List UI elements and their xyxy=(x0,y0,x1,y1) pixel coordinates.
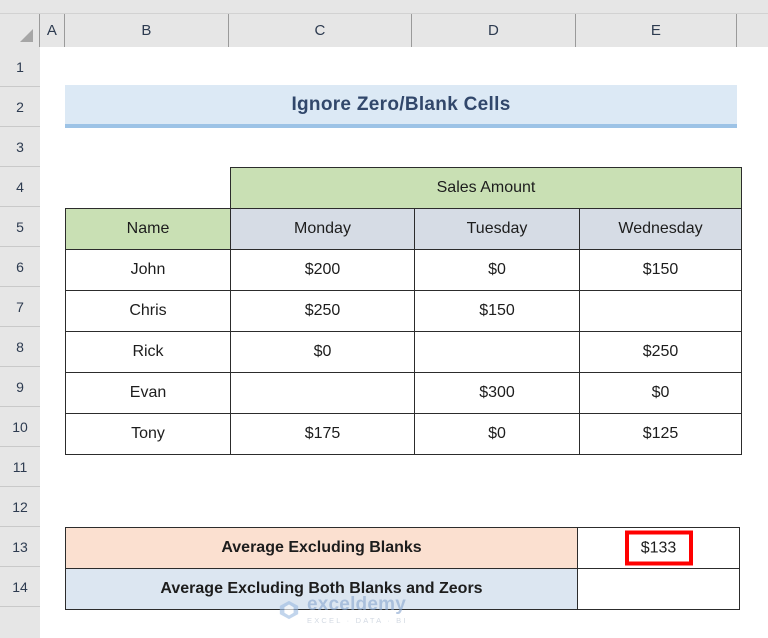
watermark-tagline: EXCEL · DATA · BI xyxy=(307,616,408,625)
row-header-11-label: 11 xyxy=(12,458,28,475)
column-header-a[interactable]: A xyxy=(40,14,65,47)
column-header-f[interactable] xyxy=(737,14,768,47)
row-header-4-label: 4 xyxy=(16,178,24,195)
cell-tuesday[interactable]: $0 xyxy=(414,249,580,291)
row-header-11[interactable]: 11 xyxy=(0,447,40,487)
cell-name[interactable]: Evan xyxy=(65,372,231,414)
column-header-tuesday-label: Tuesday xyxy=(466,220,528,237)
cell-name[interactable]: Chris xyxy=(65,290,231,332)
row-header-1-label: 1 xyxy=(16,58,24,75)
row-header-2[interactable]: 2 xyxy=(0,87,40,127)
table-row: Evan $300 $0 xyxy=(65,372,742,414)
table-row: Chris $250 $150 xyxy=(65,290,742,332)
result-wrapper: $133 xyxy=(578,528,739,568)
column-header-monday: Monday xyxy=(230,208,415,250)
cell-wednesday[interactable] xyxy=(579,290,742,332)
column-header-wednesday-label: Wednesday xyxy=(618,220,703,237)
group-header-sales-amount: Sales Amount xyxy=(230,167,742,209)
summary-row-excluding-blanks-and-zeros: Average Excluding Both Blanks and Zeors xyxy=(65,568,740,610)
row-header-3[interactable]: 3 xyxy=(0,127,40,167)
column-header-monday-label: Monday xyxy=(294,220,351,237)
cell-name[interactable]: Rick xyxy=(65,331,231,373)
column-header-a-label: A xyxy=(46,22,58,39)
column-header-name-label: Name xyxy=(126,220,170,237)
row-header-6-label: 6 xyxy=(16,258,24,275)
cell-wednesday[interactable]: $150 xyxy=(579,249,742,291)
page-title-banner: Ignore Zero/Blank Cells xyxy=(65,85,737,128)
cell-monday[interactable]: $200 xyxy=(230,249,415,291)
row-header-1[interactable]: 1 xyxy=(0,47,40,87)
row-header-13[interactable]: 13 xyxy=(0,527,40,567)
column-header-tuesday: Tuesday xyxy=(414,208,580,250)
row-header-12-label: 12 xyxy=(12,498,28,515)
highlight-box: $133 xyxy=(624,530,693,566)
group-header-spacer xyxy=(66,168,231,209)
column-header-name: Name xyxy=(65,208,231,250)
summary-row-excluding-blanks: Average Excluding Blanks $133 xyxy=(65,527,740,569)
table-row: John $200 $0 $150 xyxy=(65,249,742,291)
cell-name[interactable]: John xyxy=(65,249,231,291)
cell-tuesday[interactable]: $150 xyxy=(414,290,580,332)
row-header-10-label: 10 xyxy=(12,418,28,435)
page-title: Ignore Zero/Blank Cells xyxy=(291,93,511,115)
column-header-c[interactable]: C xyxy=(229,14,412,47)
cell-monday[interactable]: $0 xyxy=(230,331,415,373)
column-header-e-label: E xyxy=(650,22,662,39)
select-all-corner[interactable] xyxy=(0,14,40,47)
row-header-4[interactable]: 4 xyxy=(0,167,40,207)
row-header-14[interactable]: 14 xyxy=(0,567,40,607)
row-header-15[interactable] xyxy=(0,607,40,638)
row-header-8[interactable]: 8 xyxy=(0,327,40,367)
table-row: Tony $175 $0 $125 xyxy=(65,413,742,455)
row-header-12[interactable]: 12 xyxy=(0,487,40,527)
row-header-6[interactable]: 6 xyxy=(0,247,40,287)
cell-monday[interactable] xyxy=(230,372,415,414)
cell-tuesday[interactable] xyxy=(414,331,580,373)
cell-name[interactable]: Tony xyxy=(65,413,231,455)
summary-label-excluding-blanks: Average Excluding Blanks xyxy=(65,527,578,569)
column-header-c-label: C xyxy=(314,22,326,39)
column-header-d[interactable]: D xyxy=(412,14,576,47)
sales-table: Sales Amount Name Monday Tuesday Wednesd… xyxy=(65,167,742,455)
summary-label-excluding-blanks-and-zeros: Average Excluding Both Blanks and Zeors xyxy=(65,568,578,610)
row-header-14-label: 14 xyxy=(12,578,28,595)
row-header-9[interactable]: 9 xyxy=(0,367,40,407)
cell-wednesday[interactable]: $125 xyxy=(579,413,742,455)
cell-wednesday[interactable]: $0 xyxy=(579,372,742,414)
table-group-header-row: Sales Amount xyxy=(66,167,742,209)
cell-tuesday[interactable]: $0 xyxy=(414,413,580,455)
column-header-wednesday: Wednesday xyxy=(579,208,742,250)
row-header-10[interactable]: 10 xyxy=(0,407,40,447)
column-header-d-label: D xyxy=(487,22,500,39)
cell-monday[interactable]: $250 xyxy=(230,290,415,332)
table-row: Rick $0 $250 xyxy=(65,331,742,373)
row-header-3-label: 3 xyxy=(16,138,24,155)
column-header-e[interactable]: E xyxy=(576,14,737,47)
column-header-b[interactable]: B xyxy=(65,14,229,47)
row-header-2-label: 2 xyxy=(16,98,24,115)
group-header-sales-amount-label: Sales Amount xyxy=(436,179,536,196)
cell-monday[interactable]: $175 xyxy=(230,413,415,455)
sheet-top-edge xyxy=(0,0,768,14)
row-header-8-label: 8 xyxy=(16,338,24,355)
spreadsheet-canvas: A B C D E 1 2 3 4 5 6 7 8 9 10 11 12 13 … xyxy=(0,0,768,638)
summary-table: Average Excluding Blanks $133 Average Ex… xyxy=(65,527,740,610)
cell-tuesday[interactable]: $300 xyxy=(414,372,580,414)
summary-value-excluding-blanks: $133 xyxy=(640,539,677,556)
row-header-5-label: 5 xyxy=(16,218,24,235)
column-header-b-label: B xyxy=(141,22,152,39)
summary-value-excluding-blanks-and-zeros[interactable] xyxy=(577,568,740,610)
row-header-7[interactable]: 7 xyxy=(0,287,40,327)
row-header-5[interactable]: 5 xyxy=(0,207,40,247)
cell-wednesday[interactable]: $250 xyxy=(579,331,742,373)
row-header-13-label: 13 xyxy=(12,538,28,555)
row-header-9-label: 9 xyxy=(16,378,24,395)
summary-value-excluding-blanks-cell[interactable]: $133 xyxy=(577,527,740,569)
row-header-7-label: 7 xyxy=(16,298,24,315)
table-column-header-row: Name Monday Tuesday Wednesday xyxy=(65,208,742,250)
